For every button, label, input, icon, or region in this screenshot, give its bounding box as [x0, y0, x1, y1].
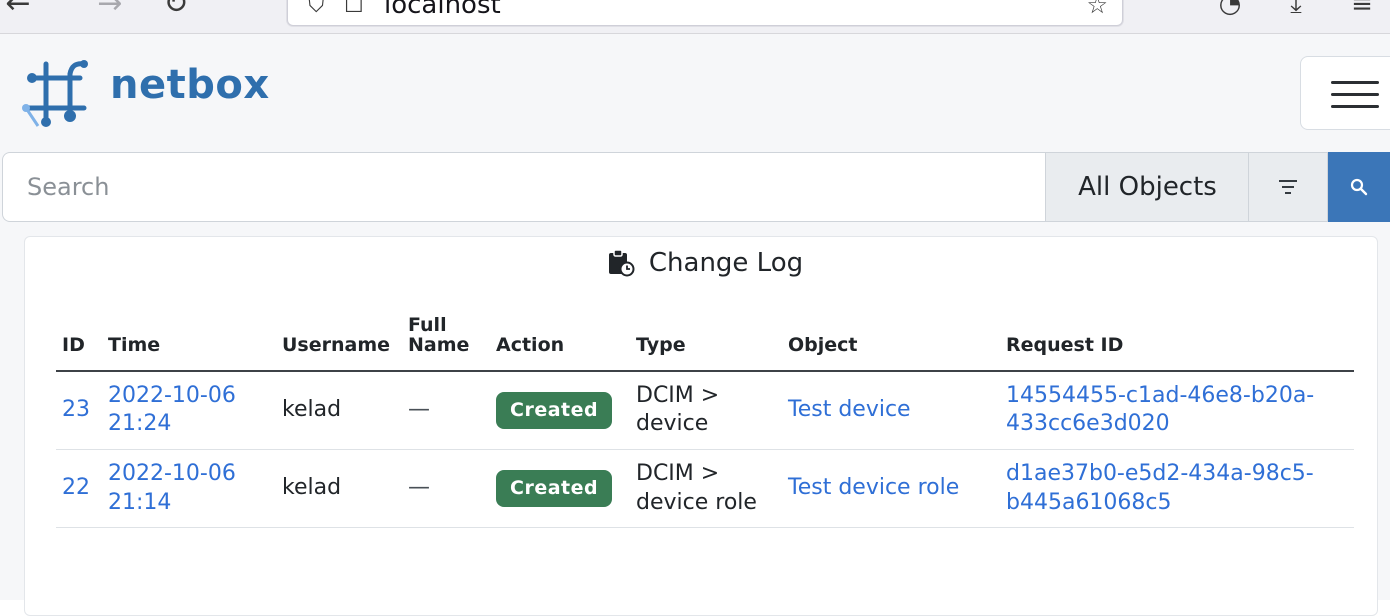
changelog-id-link[interactable]: 23 — [62, 397, 90, 422]
table-row: 22 2022-10-06 21:14 kelad — Created DCIM… — [56, 449, 1354, 529]
column-header-time[interactable]: Time — [102, 316, 276, 372]
reload-icon[interactable]: ↻ — [158, 0, 194, 22]
column-header-username[interactable]: Username — [276, 316, 402, 372]
menu-bar-icon — [1331, 81, 1379, 84]
filter-icon — [1279, 180, 1297, 194]
search-icon — [1350, 178, 1368, 196]
filter-button[interactable] — [1248, 152, 1328, 222]
action-badge: Created — [496, 470, 613, 507]
object-link[interactable]: Test device — [788, 397, 911, 422]
column-header-object[interactable]: Object — [782, 316, 1000, 372]
search-input[interactable] — [2, 152, 1046, 222]
address-bar[interactable]: ⛉ ☐ localhost ☆ — [287, 0, 1123, 26]
table-row: 23 2022-10-06 21:24 kelad — Created DCIM… — [56, 370, 1354, 451]
search-scope-dropdown[interactable]: All Objects — [1045, 152, 1249, 222]
brand-name[interactable]: netbox — [110, 62, 270, 108]
time-link[interactable]: 2022-10-06 21:14 — [108, 461, 236, 515]
card-title: Change Log — [648, 248, 804, 278]
object-link[interactable]: Test device role — [788, 475, 959, 500]
column-header-type[interactable]: Type — [630, 316, 782, 372]
menu-bar-icon — [1331, 105, 1379, 108]
download-icon[interactable]: ⤓ — [1278, 0, 1314, 22]
request-id-link[interactable]: 14554455-c1ad-46e8-b20a-433cc6e3d020 — [1006, 383, 1314, 437]
url-text[interactable]: localhost — [384, 0, 501, 20]
column-header-full-name[interactable]: Full Name — [402, 315, 490, 372]
page-icon[interactable]: ☐ — [344, 0, 364, 18]
column-header-id[interactable]: ID — [56, 316, 102, 372]
menu-bar-icon — [1331, 93, 1379, 96]
browser-menu-icon[interactable]: ≡ — [1344, 0, 1380, 22]
changelog-table: ID Time Username Full Name Action Type O… — [56, 315, 1354, 529]
table-header-row: ID Time Username Full Name Action Type O… — [56, 315, 1354, 372]
type-cell: DCIM > device — [630, 370, 782, 451]
pocket-icon[interactable]: ◔ — [1212, 0, 1248, 22]
column-header-request-id[interactable]: Request ID — [1000, 316, 1354, 372]
card-header: Change Log — [0, 248, 1390, 278]
action-badge: Created — [496, 392, 613, 429]
full-name-cell: — — [402, 370, 490, 451]
column-header-action[interactable]: Action — [490, 316, 630, 372]
changelog-id-link[interactable]: 22 — [62, 475, 90, 500]
clipboard-clock-icon — [608, 249, 635, 277]
username-cell: kelad — [276, 370, 402, 451]
forward-arrow-icon[interactable]: → — [92, 0, 128, 22]
search-bar: All Objects — [0, 152, 1390, 222]
username-cell: kelad — [276, 449, 402, 529]
netbox-logo-icon[interactable] — [18, 56, 94, 132]
app-header: netbox — [0, 34, 1390, 152]
search-button[interactable] — [1328, 152, 1390, 222]
request-id-link[interactable]: d1ae37b0-e5d2-434a-98c5-b445a61068c5 — [1006, 461, 1314, 515]
sidebar-toggle-button[interactable] — [1300, 56, 1390, 130]
browser-toolbar: ← → ↻ ⛉ ☐ localhost ☆ ◔ ⤓ ≡ — [0, 0, 1390, 34]
time-link[interactable]: 2022-10-06 21:24 — [108, 383, 236, 437]
bookmark-star-icon[interactable]: ☆ — [1086, 0, 1108, 19]
shield-icon[interactable]: ⛉ — [308, 0, 325, 18]
full-name-cell: — — [402, 449, 490, 529]
back-arrow-icon[interactable]: ← — [0, 0, 36, 22]
type-cell: DCIM > device role — [630, 449, 782, 529]
